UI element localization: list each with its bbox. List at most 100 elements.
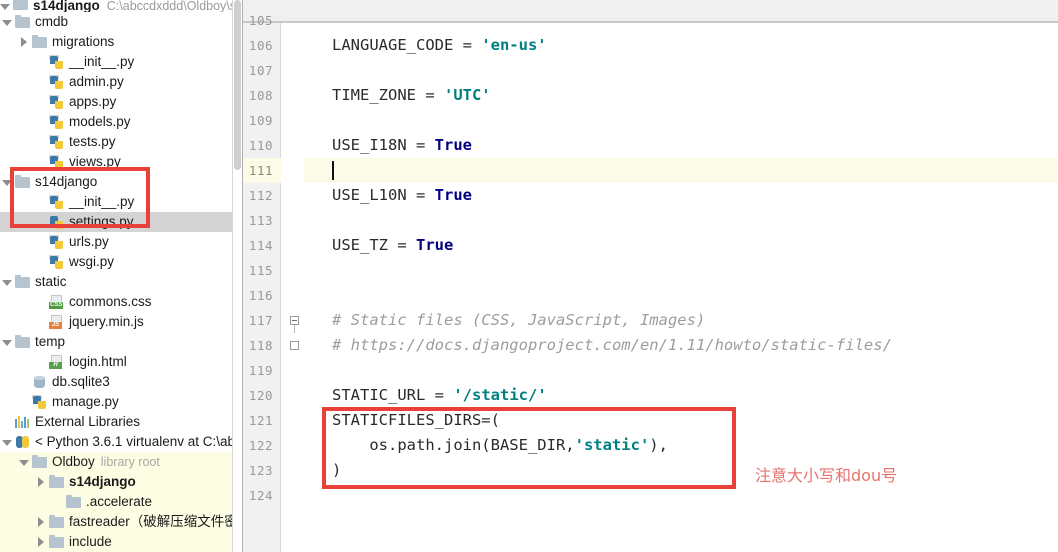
- tree-item-db-sqlite3[interactable]: db.sqlite3: [0, 372, 242, 392]
- code-line[interactable]: os.path.join(BASE_DIR,'static'),: [304, 433, 1058, 458]
- code-fold-strip[interactable]: [281, 23, 304, 552]
- tree-item-init-py[interactable]: __init__.py: [0, 52, 242, 72]
- tree-item-manage-py[interactable]: manage.py: [0, 392, 242, 412]
- tree-item-urls-py[interactable]: urls.py: [0, 232, 242, 252]
- code-text: USE_TZ = True: [332, 233, 453, 258]
- tree-item-admin-py[interactable]: admin.py: [0, 72, 242, 92]
- tree-item-static[interactable]: static: [0, 272, 242, 292]
- fold-collapse-icon[interactable]: [290, 316, 299, 325]
- code-line[interactable]: [304, 483, 1058, 508]
- tree-item-commons-css[interactable]: CSS commons.css: [0, 292, 242, 312]
- tree-item-apps-py[interactable]: apps.py: [0, 92, 242, 112]
- code-token: True: [416, 236, 454, 254]
- tree-item-migrations[interactable]: migrations: [0, 32, 242, 52]
- code-editor[interactable]: 105 106 107 108 109 110 111 112 113 114 115 116 117 1…: [243, 0, 1058, 552]
- tree-item-label: < Python 3.6.1 virtualenv at C:\abccdxd: [35, 434, 242, 449]
- folder-icon: [49, 514, 65, 530]
- html-file-icon: H: [49, 354, 65, 370]
- code-line[interactable]: STATICFILES_DIRS=(: [304, 408, 1058, 433]
- tree-item-jquery-min-js[interactable]: JS jquery.min.js: [0, 312, 242, 332]
- line-number: 115: [248, 263, 273, 278]
- code-token: USE_L10N =: [332, 186, 435, 204]
- code-text: LANGUAGE_CODE = 'en-us': [332, 33, 547, 58]
- tree-item-login-html[interactable]: Hlogin.html: [0, 352, 242, 372]
- python-file-icon: [49, 94, 65, 110]
- line-number-gutter[interactable]: 105 106 107 108 109 110 111 112 113 114 115 116 117 1…: [243, 13, 281, 552]
- code-line[interactable]: USE_I18N = True: [304, 133, 1058, 158]
- tree-item-s14django[interactable]: s14django: [0, 172, 242, 192]
- code-line[interactable]: ): [304, 458, 1058, 483]
- python-file-icon: [49, 214, 65, 230]
- code-line[interactable]: [304, 58, 1058, 83]
- code-line[interactable]: # Static files (CSS, JavaScript, Images): [304, 308, 1058, 333]
- line-number: 123: [248, 463, 273, 478]
- tree-item-python-3-6-1-virtualenv-at-c-abccdxd[interactable]: < Python 3.6.1 virtualenv at C:\abccdxd: [0, 432, 242, 452]
- tree-item-accelerate[interactable]: .accelerate: [0, 492, 242, 512]
- tree-item-include[interactable]: include: [0, 532, 242, 552]
- tree-item-oldboy[interactable]: Oldboy library root: [0, 452, 242, 472]
- tree-item-label: jquery.min.js: [69, 314, 144, 329]
- code-line[interactable]: [304, 358, 1058, 383]
- chevron-down-icon[interactable]: [2, 337, 13, 348]
- code-line[interactable]: [304, 158, 1058, 183]
- code-content[interactable]: DATABASES = { LANGUAGE_CODE = 'en-us'TIM…: [304, 23, 1058, 552]
- code-token: True: [434, 186, 472, 204]
- python-file-icon: [49, 194, 65, 210]
- chevron-down-icon[interactable]: [2, 437, 13, 448]
- tree-item-tests-py[interactable]: tests.py: [0, 132, 242, 152]
- file-tree[interactable]: cmdb migrations __init__.py admin.py apps.py…: [0, 0, 242, 552]
- tree-item-label: commons.css: [69, 294, 152, 309]
- line-number: 107: [248, 63, 273, 78]
- tree-item-label: apps.py: [69, 94, 117, 109]
- line-number: 124: [248, 488, 273, 503]
- code-line[interactable]: USE_L10N = True: [304, 183, 1058, 208]
- chevron-right-icon[interactable]: [19, 36, 30, 48]
- tree-item-init-py[interactable]: __init__.py: [0, 192, 242, 212]
- editor-toolbar: [243, 0, 1058, 22]
- line-number: 122: [248, 438, 273, 453]
- chevron-down-icon[interactable]: [2, 17, 13, 28]
- tree-item-settings-py[interactable]: settings.py: [0, 212, 242, 232]
- tree-item-views-py[interactable]: views.py: [0, 152, 242, 172]
- folder-icon: [15, 14, 31, 30]
- tree-item-fastreader[interactable]: fastreader（破解压缩文件密码轮: [0, 512, 242, 532]
- tree-item-s14django[interactable]: s14django: [0, 472, 242, 492]
- python-file-icon: [49, 234, 65, 250]
- code-text: os.path.join(BASE_DIR,'static'),: [332, 433, 668, 458]
- code-line[interactable]: # https://docs.djangoproject.com/en/1.11…: [304, 333, 1058, 358]
- code-line[interactable]: [304, 108, 1058, 133]
- chevron-right-icon[interactable]: [36, 516, 47, 528]
- tree-item-models-py[interactable]: models.py: [0, 112, 242, 132]
- code-line[interactable]: USE_TZ = True: [304, 233, 1058, 258]
- code-line[interactable]: [304, 258, 1058, 283]
- project-tool-window[interactable]: s14django C:\abccdxddd\Oldboy\s14djan cm…: [0, 0, 243, 552]
- code-line[interactable]: [304, 23, 1058, 33]
- sidebar-scrollbar[interactable]: [233, 0, 242, 552]
- chevron-down-icon[interactable]: [2, 277, 13, 288]
- line-number: 111: [248, 163, 273, 178]
- code-line[interactable]: [304, 283, 1058, 308]
- tree-item-temp[interactable]: temp: [0, 332, 242, 352]
- code-line[interactable]: TIME_ZONE = 'UTC': [304, 83, 1058, 108]
- code-token: True: [434, 136, 472, 154]
- code-line[interactable]: [304, 208, 1058, 233]
- fold-end-icon[interactable]: [290, 341, 299, 350]
- tree-item-cmdb[interactable]: cmdb: [0, 12, 242, 32]
- chevron-right-icon[interactable]: [36, 536, 47, 548]
- tree-item-wsgi-py[interactable]: wsgi.py: [0, 252, 242, 272]
- code-line[interactable]: LANGUAGE_CODE = 'en-us': [304, 33, 1058, 58]
- sidebar-scrollbar-thumb[interactable]: [234, 0, 241, 170]
- tree-item-label: settings.py: [69, 214, 134, 229]
- tree-item-external-libraries[interactable]: External Libraries: [0, 412, 242, 432]
- chevron-right-icon[interactable]: [36, 476, 47, 488]
- chevron-down-icon[interactable]: [19, 457, 30, 468]
- chevron-down-icon[interactable]: [2, 177, 13, 188]
- line-number: 109: [248, 113, 273, 128]
- code-token: # https://docs.djangoproject.com/en/1.11…: [332, 336, 892, 354]
- code-line[interactable]: STATIC_URL = '/static/': [304, 383, 1058, 408]
